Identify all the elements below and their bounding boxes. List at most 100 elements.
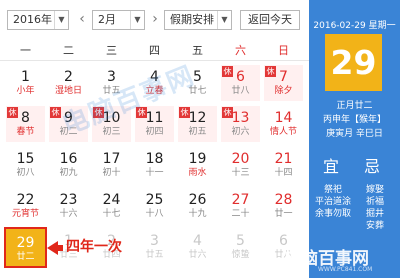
ji-item: 掘井 — [365, 209, 384, 219]
day-number: 20 — [231, 151, 250, 167]
lunar-label: 初五 — [188, 127, 207, 137]
day-cell[interactable]: 23 十六 — [49, 188, 88, 224]
lunar-label: 二十 — [231, 209, 250, 219]
day-cell[interactable]: 17 初十 — [92, 147, 131, 183]
lunar-label: 除夕 — [274, 86, 293, 96]
lunar-date: 正月廿二 — [336, 101, 373, 111]
lunar-label: 十四 — [274, 168, 293, 178]
day-number: 1 — [21, 69, 30, 85]
lunar-label: 十七 — [102, 209, 121, 219]
day-number: 21 — [274, 151, 293, 167]
day-number: 8 — [21, 110, 30, 126]
day-number: 7 — [279, 69, 288, 85]
day-number: 12 — [188, 110, 207, 126]
day-cell[interactable]: 24 十七 — [92, 188, 131, 224]
yi-item: 祭祀 — [323, 185, 342, 195]
watermark-url: WWW.PC841.COM — [318, 266, 373, 273]
lunar-label: 雨水 — [188, 168, 207, 178]
day-cell[interactable]: 22 元宵节 — [6, 188, 45, 224]
chevron-down-icon: ▼ — [54, 11, 68, 29]
side-panel: 2016-02-29 星期一 29 正月廿二 丙申年【猴年】 庚寅月 辛巳日 宜… — [309, 0, 400, 278]
lunar-label: 廿八 — [231, 86, 250, 96]
month-value: 2月 — [98, 13, 116, 26]
weekday-label: 三 — [106, 44, 117, 57]
day-cell[interactable]: 26 十九 — [178, 188, 217, 224]
ganzhi-year: 丙申年【猴年】 — [322, 115, 386, 125]
day-cell[interactable]: 21 十四 — [264, 147, 303, 183]
yi-list: 祭祀 平治道涂 余事勿取 — [313, 184, 353, 220]
day-cell[interactable]: 28 廿一 — [264, 188, 303, 224]
day-cell[interactable]: 休 7 除夕 — [264, 65, 303, 101]
lunar-label: 十九 — [188, 209, 207, 219]
day-number: 15 — [16, 151, 35, 167]
lunar-label: 十八 — [145, 209, 164, 219]
back-to-today-button[interactable]: 返回今天 — [240, 10, 300, 30]
day-number: 18 — [145, 151, 164, 167]
day-cell[interactable]: 2 湿地日 — [49, 65, 88, 101]
lunar-label: 廿五 — [145, 250, 164, 260]
calendar-widget: 2016年 ▼ ‹ 2月 ▼ › 假期安排 ▼ 返回今天 一二三四五六日 1 小年… — [0, 0, 400, 278]
day-cell[interactable]: 4 廿六 — [178, 229, 217, 265]
day-number: 17 — [102, 151, 121, 167]
lunar-label: 小年 — [16, 86, 35, 96]
day-cell[interactable]: 14 情人节 — [264, 106, 303, 142]
selected-date: 2016-02-29 星期一 — [313, 21, 396, 31]
arrow-shaft — [57, 245, 63, 251]
ji-item: 安葬 — [365, 221, 384, 231]
day-cell[interactable]: 3 廿五 — [135, 229, 174, 265]
year-select[interactable]: 2016年 ▼ — [7, 10, 69, 30]
day-cell[interactable]: 27 二十 — [221, 188, 260, 224]
day-number: 5 — [236, 233, 245, 249]
day-cell[interactable]: 19 雨水 — [178, 147, 217, 183]
lunar-label: 初十 — [102, 168, 121, 178]
lunar-label: 初四 — [145, 127, 164, 137]
day-number: 19 — [188, 151, 207, 167]
weekday-label: 一 — [20, 44, 31, 57]
toolbar: 2016年 ▼ ‹ 2月 ▼ › 假期安排 ▼ 返回今天 — [0, 0, 309, 36]
weekday-label: 日 — [278, 44, 289, 57]
chevron-right-icon[interactable]: › — [148, 10, 162, 30]
day-cell[interactable]: 休 6 廿八 — [221, 65, 260, 101]
divider — [0, 60, 309, 61]
lunar-label: 情人节 — [269, 127, 297, 137]
day-cell[interactable]: 18 十一 — [135, 147, 174, 183]
day-cell[interactable]: 休 12 初五 — [178, 106, 217, 142]
lunar-label: 惊蛰 — [231, 250, 250, 260]
day-cell[interactable]: 休 8 春节 — [6, 106, 45, 142]
year-value: 2016年 — [13, 13, 52, 26]
lunar-label: 廿二 — [16, 252, 35, 262]
ganzhi-month-day: 庚寅月 辛巳日 — [326, 129, 383, 139]
chevron-down-icon: ▼ — [130, 11, 144, 29]
lunar-label: 湿地日 — [54, 86, 82, 96]
lunar-label: 初九 — [59, 168, 78, 178]
chevron-down-icon: ▼ — [217, 11, 231, 29]
day-cell[interactable]: 16 初九 — [49, 147, 88, 183]
yi-item: 余事勿取 — [314, 209, 351, 219]
day-number: 16 — [59, 151, 78, 167]
day-number: 3 — [150, 233, 159, 249]
day-number: 4 — [193, 233, 202, 249]
day-cell[interactable]: 休 13 初六 — [221, 106, 260, 142]
ji-list: 嫁娶 祈福 掘井 安葬 — [355, 184, 395, 232]
day-cell-today[interactable]: 29 廿二 — [4, 227, 47, 268]
day-number: 22 — [16, 192, 35, 208]
day-number: 26 — [188, 192, 207, 208]
month-select[interactable]: 2月 ▼ — [92, 10, 145, 30]
lunar-label: 初六 — [231, 127, 250, 137]
chevron-left-icon[interactable]: ‹ — [75, 10, 89, 30]
day-number: 6 — [236, 69, 245, 85]
day-cell[interactable]: 5 惊蛰 — [221, 229, 260, 265]
day-cell[interactable]: 20 十三 — [221, 147, 260, 183]
day-cell[interactable]: 15 初八 — [6, 147, 45, 183]
day-number: 29 — [16, 235, 35, 251]
day-cell[interactable]: 25 十八 — [135, 188, 174, 224]
selected-day-number: 29 — [325, 34, 382, 91]
yi-heading: 宜 — [323, 157, 340, 176]
lunar-label: 十三 — [231, 168, 250, 178]
ji-item: 祈福 — [365, 197, 384, 207]
weekday-label: 四 — [149, 44, 160, 57]
day-cell[interactable]: 1 小年 — [6, 65, 45, 101]
holiday-select[interactable]: 假期安排 ▼ — [164, 10, 232, 30]
yi-item: 平治道涂 — [314, 197, 351, 207]
weekday-label: 六 — [235, 44, 246, 57]
